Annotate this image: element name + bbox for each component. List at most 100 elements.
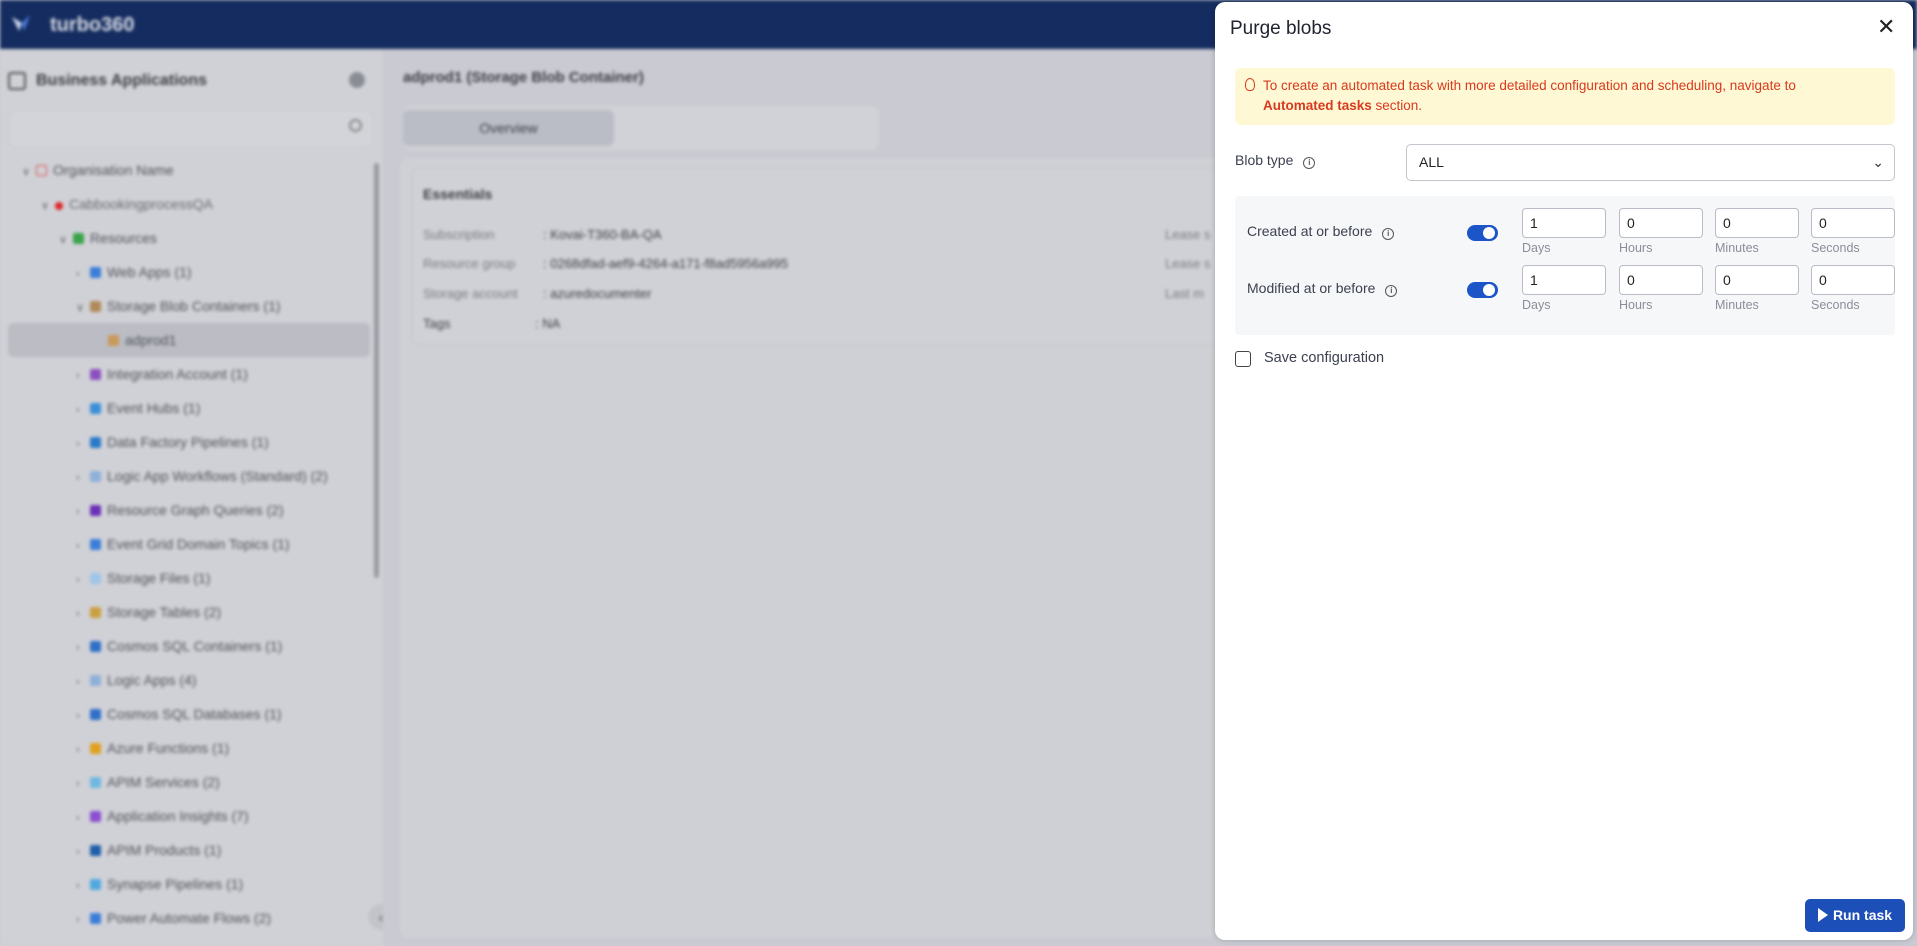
sidebar-scrollbar[interactable] [374, 163, 379, 578]
resource-type-icon [90, 675, 101, 686]
chevron-right-icon[interactable]: › [76, 842, 90, 862]
gear-icon[interactable] [349, 72, 365, 88]
tree-item[interactable]: ∨ Resources [59, 228, 157, 248]
tree-item[interactable]: › Cosmos SQL Databases (1) [76, 704, 282, 724]
info-banner: To create an automated task with more de… [1235, 68, 1895, 125]
tree-item-label: Resource Graph Queries (2) [107, 502, 284, 518]
tree-item[interactable]: ∨ Storage Blob Containers (1) [76, 296, 281, 316]
blob-type-select[interactable]: ALL ⌄ [1406, 144, 1895, 181]
days-input[interactable] [1522, 208, 1606, 238]
minutes-input[interactable] [1715, 208, 1799, 238]
brand-name: turbo360 [50, 14, 135, 36]
tree-item-label: Event Grid Domain Topics (1) [107, 536, 290, 552]
chevron-right-icon[interactable]: › [76, 434, 90, 454]
chevron-right-icon[interactable]: › [76, 536, 90, 556]
essentials-right-key: Lease s [1165, 256, 1211, 271]
resource-type-icon [90, 811, 101, 822]
seconds-input[interactable] [1811, 208, 1895, 238]
filter-toggle[interactable] [1467, 282, 1498, 298]
chevron-right-icon[interactable]: › [76, 910, 90, 930]
chevron-right-icon[interactable]: › [76, 706, 90, 726]
resource-type-icon [90, 437, 101, 448]
tree-item[interactable]: › APIM Services (2) [76, 772, 220, 792]
hours-unit-label: Hours [1619, 241, 1653, 255]
chevron-right-icon[interactable]: › [76, 264, 90, 284]
chevron-right-icon[interactable]: › [76, 740, 90, 760]
info-icon[interactable]: i [1385, 285, 1398, 297]
hours-input[interactable] [1619, 265, 1703, 295]
tree-item-label: Event Hubs (1) [107, 400, 201, 416]
chevron-right-icon[interactable]: › [76, 638, 90, 658]
chevron-right-icon[interactable]: › [76, 774, 90, 794]
filter-toggle[interactable] [1467, 225, 1498, 241]
banner-suffix: section. [1371, 98, 1423, 113]
tree-item[interactable]: › Azure Functions (1) [76, 738, 229, 758]
tree-item[interactable]: › Integration Account (1) [76, 364, 248, 384]
essentials-value: : Kovai-T360-BA-QA [543, 227, 662, 242]
resource-type-icon [90, 267, 101, 278]
essentials-value: : 0268dfad-aef9-4264-a171-f8ad5956a995 [543, 256, 789, 271]
tree-item[interactable]: › Web Apps (1) [76, 262, 192, 282]
tree-item[interactable]: adprod1 [108, 330, 176, 350]
chevron-down-icon[interactable]: ∨ [41, 196, 55, 216]
resource-type-icon [90, 539, 101, 550]
chevron-down-icon[interactable]: ∨ [59, 230, 73, 250]
essentials-value: : azuredocumenter [543, 286, 652, 301]
chevron-down-icon[interactable]: ∨ [22, 162, 36, 182]
tree-item[interactable]: › Storage Files (1) [76, 568, 210, 588]
chevron-down-icon[interactable]: ∨ [76, 298, 90, 318]
chevron-right-icon[interactable]: › [76, 468, 90, 488]
hours-input[interactable] [1619, 208, 1703, 238]
chevron-right-icon[interactable]: › [76, 502, 90, 522]
essentials-right-key: Last m [1165, 286, 1205, 301]
tree-item[interactable]: › Logic App Workflows (Standard) (2) [76, 466, 328, 486]
sidebar-search-input[interactable] [9, 110, 373, 148]
resource-type-icon [73, 233, 84, 244]
chevron-right-icon[interactable]: › [76, 876, 90, 896]
tree-item[interactable]: › Power Automate Flows (2) [76, 908, 271, 928]
run-task-button[interactable]: Run task [1805, 899, 1905, 932]
seconds-input[interactable] [1811, 265, 1895, 295]
resource-type-icon [90, 607, 101, 618]
tree-item[interactable]: › Synapse Pipelines (1) [76, 874, 243, 894]
tree-item[interactable]: › Cosmos SQL Containers (1) [76, 636, 282, 656]
resource-type-icon [90, 845, 101, 856]
tree-item[interactable]: › Data Factory Pipelines (1) [76, 432, 269, 452]
resource-type-icon [90, 403, 101, 414]
essentials-right-key: Lease s [1165, 227, 1211, 242]
chevron-right-icon[interactable]: › [76, 808, 90, 828]
save-configuration-checkbox[interactable] [1235, 351, 1251, 367]
chevron-right-icon[interactable]: › [76, 604, 90, 624]
tree-item[interactable]: › Resource Graph Queries (2) [76, 500, 284, 520]
filter-label-text: Created at or before [1247, 223, 1373, 239]
tree-item[interactable]: › Storage Tables (2) [76, 602, 221, 622]
chevron-right-icon[interactable]: › [76, 672, 90, 692]
automated-tasks-link[interactable]: Automated tasks [1263, 98, 1372, 113]
sidebar-title: Business Applications [36, 72, 207, 89]
resource-type-icon [90, 913, 101, 924]
tree-item-label: Integration Account (1) [107, 366, 248, 382]
chevron-right-icon[interactable]: › [76, 570, 90, 590]
panel-title: Purge blobs [1230, 18, 1332, 39]
tab-overview[interactable]: Overview [403, 110, 614, 146]
tree-item[interactable]: › Event Grid Domain Topics (1) [76, 534, 290, 554]
close-icon[interactable]: ✕ [1877, 16, 1895, 38]
save-configuration-label: Save configuration [1264, 350, 1385, 366]
tree-item[interactable]: ∨ Organisation Name [22, 160, 174, 180]
minutes-input[interactable] [1715, 265, 1799, 295]
days-input[interactable] [1522, 265, 1606, 295]
tree-item[interactable]: › APIM Products (1) [76, 840, 221, 860]
tree-item-label: Power Automate Flows (2) [107, 910, 272, 926]
tree-item[interactable]: ∨ CabbookingprocessQA [41, 194, 213, 214]
essentials-key: Storage account [423, 286, 518, 301]
tree-item[interactable]: › Logic Apps (4) [76, 670, 197, 690]
info-icon[interactable]: i [1382, 228, 1395, 240]
chevron-right-icon[interactable]: › [76, 366, 90, 386]
filter-label: Created at or before i [1247, 223, 1395, 240]
chevron-right-icon[interactable]: › [76, 400, 90, 420]
tree-item[interactable]: › Event Hubs (1) [76, 398, 200, 418]
info-icon[interactable]: i [1303, 157, 1316, 169]
tree-item[interactable]: › Application Insights (7) [76, 806, 249, 826]
banner-text: To create an automated task with more de… [1263, 78, 1796, 93]
search-icon[interactable] [349, 119, 362, 132]
